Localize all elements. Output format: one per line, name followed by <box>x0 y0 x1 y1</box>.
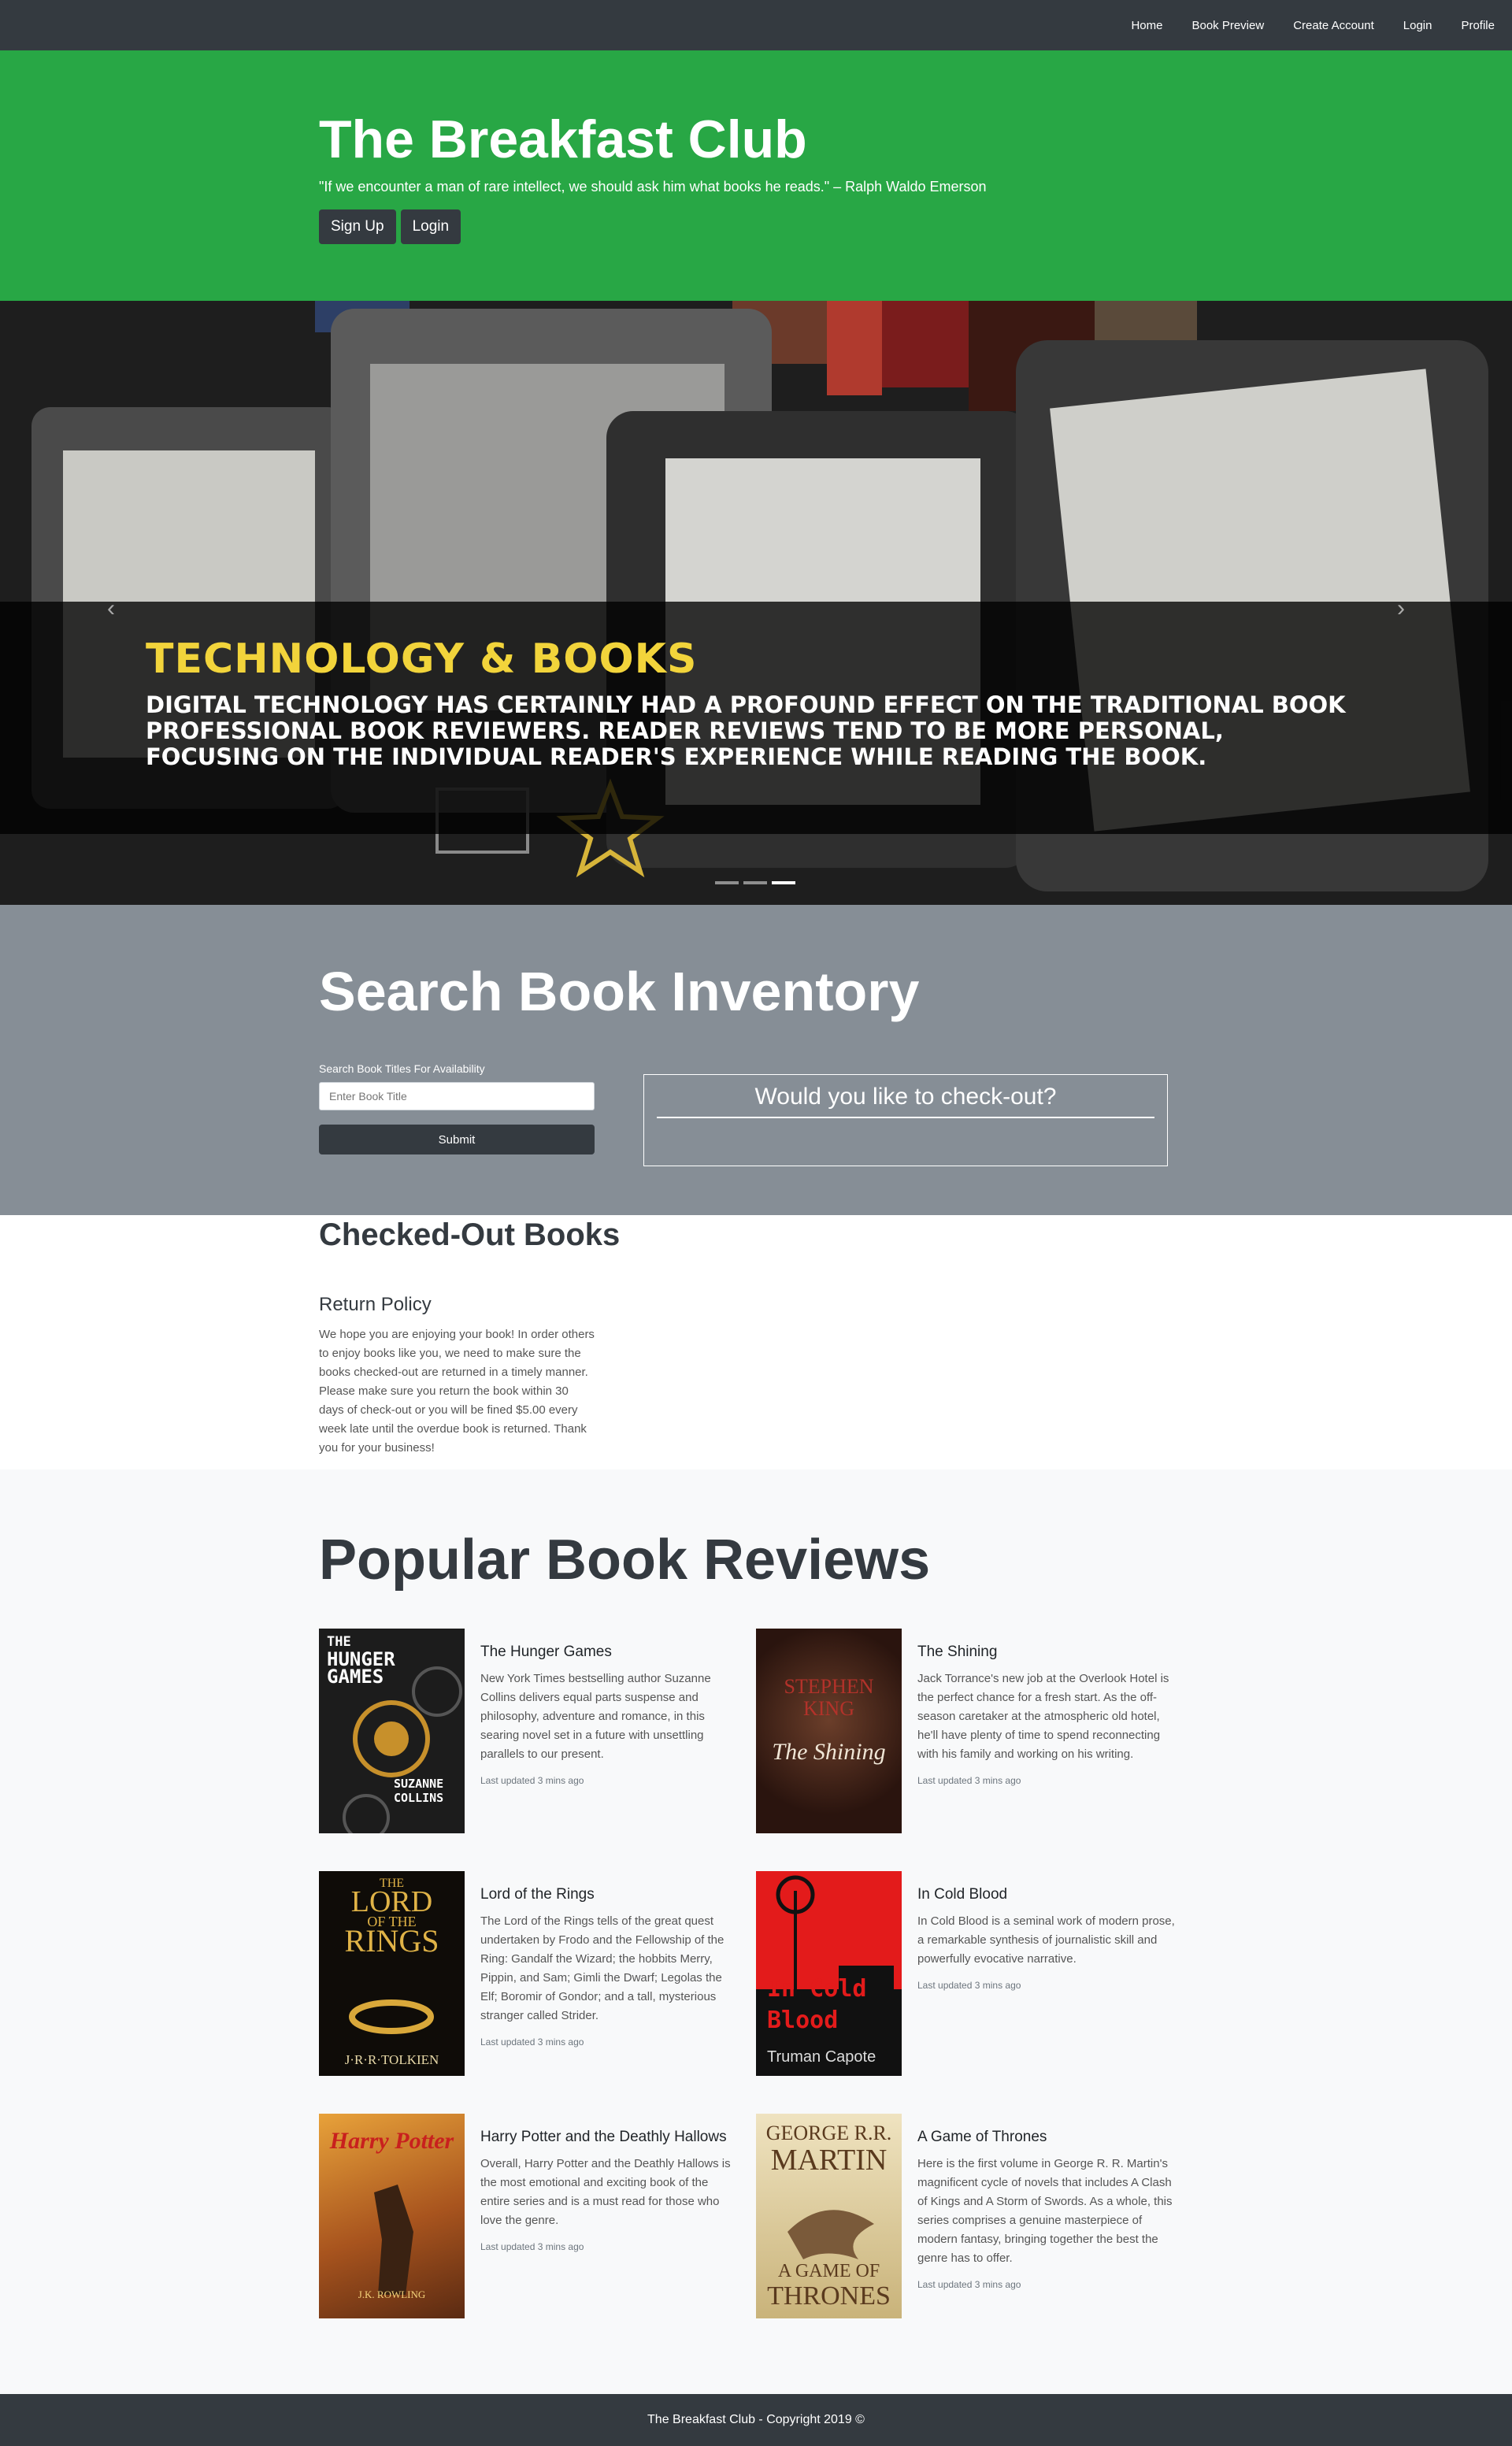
return-policy-title: Return Policy <box>319 1294 432 1315</box>
last-updated: Last updated 3 mins ago <box>480 1775 584 1786</box>
nav-profile-link[interactable]: Profile <box>1461 19 1495 32</box>
checked-out-title: Checked-Out Books <box>319 1217 621 1252</box>
book-cover-image[interactable]: Harry Potter J.K. ROWLING <box>319 2114 465 2318</box>
book-title: In Cold Blood <box>917 1886 1008 1903</box>
cover-text: GAMES <box>327 1666 384 1688</box>
chevron-left-icon[interactable]: ‹ <box>107 595 115 622</box>
hero-quote: "If we encounter a man of rare intellect… <box>319 179 987 195</box>
checkout-panel: Would you like to check-out? <box>643 1074 1168 1166</box>
carousel-indicator[interactable] <box>743 881 767 884</box>
cover-text: LORD <box>350 1885 433 1918</box>
book-description: Jack Torrance's new job at the Overlook … <box>917 1672 1169 1761</box>
book-description: The Lord of the Rings tells of the great… <box>480 1914 724 2022</box>
review-card: GEORGE R.R. MARTIN A GAME OF THRONES A G… <box>756 2114 1193 2318</box>
review-card-body: In Cold Blood In Cold Blood is a seminal… <box>917 1871 1177 2076</box>
search-section: Search Book Inventory Search Book Titles… <box>0 905 1512 1215</box>
book-title: A Game of Thrones <box>917 2129 1047 2145</box>
last-updated: Last updated 3 mins ago <box>917 2279 1021 2290</box>
cover-text: GEORGE R.R. <box>765 2122 892 2144</box>
review-card-body: Lord of the Rings The Lord of the Rings … <box>480 1871 740 2076</box>
cover-text: KING <box>803 1697 854 1720</box>
reviews-title: Popular Book Reviews <box>319 1529 931 1592</box>
carousel-indicator[interactable] <box>715 881 739 884</box>
nav-home-link[interactable]: Home <box>1131 19 1162 32</box>
last-updated: Last updated 3 mins ago <box>917 1775 1021 1786</box>
nav-login-link[interactable]: Login <box>1403 19 1432 32</box>
search-label: Search Book Titles For Availability <box>319 1062 485 1075</box>
carousel-indicators <box>715 881 795 884</box>
cover-text: THRONES <box>767 2281 891 2311</box>
footer-copyright: The Breakfast Club - Copyright 2019 © <box>647 2413 865 2426</box>
carousel-caption-text: Digital technology has certainly had a p… <box>146 691 1346 770</box>
book-cover-image[interactable]: STEPHEN KING The Shining <box>756 1629 902 1833</box>
book-description: Overall, Harry Potter and the Deathly Ha… <box>480 2157 731 2227</box>
review-card-body: The Shining Jack Torrance's new job at t… <box>917 1629 1177 1833</box>
book-cover-image[interactable]: In Cold Blood Truman Capote <box>756 1871 902 2076</box>
review-card-body: A Game of Thrones Here is the first volu… <box>917 2114 1177 2318</box>
nav-create-account-link[interactable]: Create Account <box>1293 19 1374 32</box>
hero-jumbotron: The Breakfast Club "If we encounter a ma… <box>0 50 1512 301</box>
last-updated: Last updated 3 mins ago <box>480 2036 584 2048</box>
cover-text: The Shining <box>772 1739 886 1765</box>
cover-text: Truman Capote <box>767 2048 876 2066</box>
cover-text: SUZANNE <box>394 1777 444 1791</box>
book-cover-image[interactable]: THE LORD OF THE RINGS J·R·R·TOLKIEN <box>319 1871 465 2076</box>
reviews-grid: THE HUNGER GAMES SUZANNE COLLINS The Hun… <box>319 1629 1512 2318</box>
cover-text: Blood <box>767 2007 839 2034</box>
carousel-caption-title: TECHNOLOGY & BOOKS <box>146 636 698 683</box>
reviews-section: Popular Book Reviews THE HUNGER GAMES SU… <box>0 1469 1512 2394</box>
top-navbar: Home Book Preview Create Account Login P… <box>0 0 1512 50</box>
return-policy-text: We hope you are enjoying your book! In o… <box>319 1328 595 1455</box>
search-title: Search Book Inventory <box>319 961 920 1022</box>
book-title: The Hunger Games <box>480 1644 612 1660</box>
site-title: The Breakfast Club <box>319 109 807 169</box>
carousel-indicator-active[interactable] <box>772 881 795 884</box>
submit-button[interactable]: Submit <box>319 1125 595 1154</box>
book-title: Harry Potter and the Deathly Hallows <box>480 2129 727 2145</box>
cover-text: RINGS <box>344 1923 439 1959</box>
review-card-body: Harry Potter and the Deathly Hallows Ove… <box>480 2114 740 2318</box>
checked-out-section: Checked-Out Books Return Policy We hope … <box>0 1215 1512 1469</box>
cover-text: Harry Potter <box>329 2128 454 2154</box>
cover-text: MARTIN <box>770 2144 888 2177</box>
book-cover-image[interactable]: THE HUNGER GAMES SUZANNE COLLINS <box>319 1629 465 1833</box>
page-footer: The Breakfast Club - Copyright 2019 © <box>0 2394 1512 2446</box>
book-title-input[interactable] <box>319 1082 595 1110</box>
cover-text: In Cold <box>767 1975 867 2003</box>
review-card: THE LORD OF THE RINGS J·R·R·TOLKIEN Lord… <box>319 1871 756 2076</box>
book-title: Lord of the Rings <box>480 1886 595 1903</box>
review-card: THE HUNGER GAMES SUZANNE COLLINS The Hun… <box>319 1629 756 1833</box>
cover-text: COLLINS <box>394 1791 444 1805</box>
book-title: The Shining <box>917 1644 998 1660</box>
checkout-title: Would you like to check-out? <box>754 1084 1057 1110</box>
nav-book-preview-link[interactable]: Book Preview <box>1191 19 1264 32</box>
book-description: New York Times bestselling author Suzann… <box>480 1672 711 1761</box>
cover-text: STEPHEN <box>784 1675 874 1698</box>
checkout-divider <box>657 1117 1154 1118</box>
book-cover-image[interactable]: GEORGE R.R. MARTIN A GAME OF THRONES <box>756 2114 902 2318</box>
cover-text: J·R·R·TOLKIEN <box>344 2052 439 2067</box>
cover-text: A GAME OF <box>777 2261 880 2281</box>
last-updated: Last updated 3 mins ago <box>480 2241 584 2252</box>
review-card: In Cold Blood Truman Capote In Cold Bloo… <box>756 1871 1193 2076</box>
review-card: Harry Potter J.K. ROWLING Harry Potter a… <box>319 2114 756 2318</box>
login-button[interactable]: Login <box>400 209 461 245</box>
review-card: STEPHEN KING The Shining The Shining Jac… <box>756 1629 1193 1833</box>
book-description: Here is the first volume in George R. R.… <box>917 2157 1173 2265</box>
image-carousel: TECHNOLOGY & BOOKS Digital technology ha… <box>0 301 1512 905</box>
cover-text: J.K. ROWLING <box>358 2288 426 2300</box>
review-card-body: The Hunger Games New York Times bestsell… <box>480 1629 740 1833</box>
signup-button[interactable]: Sign Up <box>319 209 396 245</box>
last-updated: Last updated 3 mins ago <box>917 1980 1021 1991</box>
book-description: In Cold Blood is a seminal work of moder… <box>917 1914 1175 1966</box>
chevron-right-icon[interactable]: › <box>1397 595 1405 622</box>
